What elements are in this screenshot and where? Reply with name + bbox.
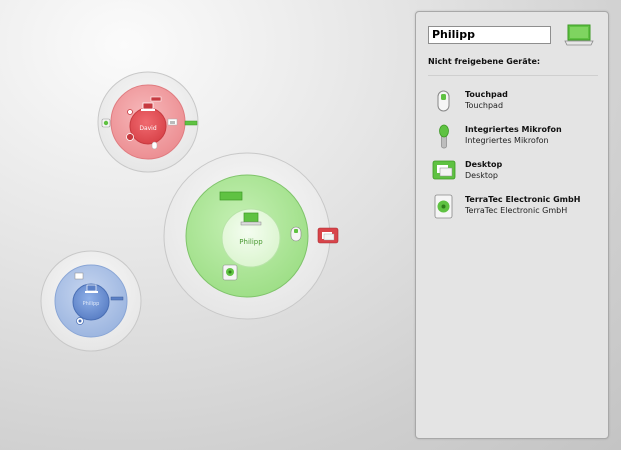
mouse-icon	[151, 141, 158, 150]
display-icon	[110, 296, 124, 301]
device-name: Touchpad	[465, 90, 508, 99]
laptop-icon	[85, 284, 98, 293]
device-name: TerraTec Electronic GmbH	[465, 195, 581, 204]
device-subtitle: Desktop	[465, 171, 498, 180]
monitor-icon	[74, 272, 84, 280]
speaker-icon	[434, 194, 453, 219]
desktop-icon	[432, 160, 456, 180]
speaker-icon	[222, 264, 238, 281]
shared-green-display-icon[interactable]	[184, 120, 198, 126]
laptop-icon	[240, 212, 262, 226]
microphone-icon	[439, 124, 449, 149]
microphone-icon	[127, 109, 133, 115]
touchpad-icon	[290, 226, 302, 242]
user-name-philipp: Philipp	[239, 238, 263, 246]
laptop-icon	[564, 24, 594, 46]
shared-green-speaker-icon[interactable]	[101, 118, 111, 128]
speaker-icon	[76, 317, 84, 325]
section-title: Nicht freigebene Geräte:	[428, 57, 541, 66]
device-item-desktop[interactable]: Desktop Desktop	[432, 159, 602, 187]
user-circle-blue[interactable]: Philipp	[40, 250, 142, 352]
device-item-microphone[interactable]: Integriertes Mikrofon Integriertes Mikro…	[432, 124, 602, 152]
device-subtitle: TerraTec Electronic GmbH	[465, 206, 568, 215]
monitor-icon	[167, 118, 178, 126]
user-circle-david[interactable]: David	[97, 71, 199, 173]
device-item-touchpad[interactable]: Touchpad Touchpad	[432, 89, 602, 117]
device-subtitle: Integriertes Mikrofon	[465, 136, 549, 145]
device-name: Integriertes Mikrofon	[465, 125, 562, 134]
user-name-input[interactable]	[428, 26, 551, 44]
speaker-icon	[126, 133, 134, 141]
user-name-blue: Philipp	[83, 301, 100, 307]
user-circle-philipp[interactable]: Philipp	[163, 152, 331, 320]
device-subtitle: Touchpad	[465, 101, 504, 110]
touchpad-icon	[437, 90, 450, 112]
device-item-terratec[interactable]: TerraTec Electronic GmbH TerraTec Electr…	[432, 194, 602, 222]
device-name: Desktop	[465, 160, 503, 169]
laptop-icon	[141, 102, 155, 111]
display-icon	[219, 191, 243, 201]
display-icon	[150, 96, 162, 102]
divider	[428, 75, 598, 76]
user-name-david: David	[139, 125, 157, 132]
device-panel: Nicht freigebene Geräte: Touchpad Touchp…	[415, 11, 609, 439]
shared-red-monitor-icon[interactable]	[317, 227, 339, 244]
